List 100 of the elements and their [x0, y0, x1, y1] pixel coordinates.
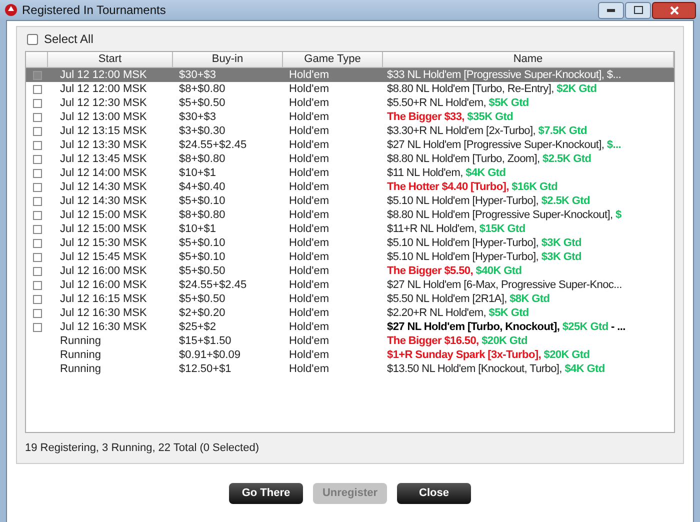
buyin-cell-text: $8+$0.80 [178, 152, 226, 166]
table-row[interactable]: Jul 12 16:00 MSK $5+$0.50 Hold'em The Bigger $5.50, $40K Gtd [26, 264, 674, 278]
table-row[interactable]: Jul 12 14:30 MSK $5+$0.10 Hold'em $5.10 NL Hold'em [Hyper-Turbo], $2.5K Gtd [26, 194, 674, 208]
checkbox[interactable] [32, 154, 42, 164]
table-row[interactable]: Jul 12 15:00 MSK $8+$0.80 Hold'em $8.80 NL Hold'em [Progressive Super-Knockout], $ [26, 208, 674, 222]
checkbox[interactable] [32, 140, 42, 150]
game-type-cell-text: Hold'em [288, 180, 330, 194]
game-type-cell-text: Hold'em [288, 334, 330, 348]
game-type-cell-text: Hold'em [288, 362, 330, 376]
game-type-cell-text: Hold'em [288, 264, 330, 278]
name-cell-text: The Hotter $4.40 [Turbo], $16K Gtd [386, 180, 559, 194]
column-header[interactable]: Name [383, 52, 674, 67]
start-cell-text: Jul 12 12:00 MSK [59, 82, 148, 96]
name-cell-text: $5.10 NL Hold'em [Hyper-Turbo], $3K Gtd [386, 250, 582, 264]
game-type-cell-text: Hold'em [288, 292, 330, 306]
game-type-cell-text: Hold'em [288, 152, 330, 166]
buyin-cell-text: $2+$0.20 [178, 306, 226, 320]
start-cell-text: Jul 12 12:30 MSK [59, 96, 148, 110]
table-row[interactable]: Jul 12 16:00 MSK $24.55+$2.45 Hold'em $27 NL Hold'em [6-Max, Progressive Super-Knoc... [26, 278, 674, 292]
table-row[interactable]: Jul 12 16:30 MSK $25+$2 Hold'em $27 NL Hold'em [Turbo, Knockout], $25K Gtd - ... [26, 320, 674, 334]
start-cell-text: Running [59, 362, 102, 376]
dialog-button[interactable]: Close [397, 482, 471, 504]
table-row[interactable]: Jul 12 16:30 MSK $2+$0.20 Hold'em $2.20+R NL Hold'em, $5K Gtd [26, 306, 674, 320]
checkbox[interactable] [32, 70, 42, 80]
table-row[interactable]: Running $0.91+$0.09 Hold'em $1+R Sunday Spark [3x-Turbo], $20K Gtd [26, 348, 674, 362]
buyin-cell-text: $25+$2 [178, 320, 218, 334]
minimize-button[interactable] [598, 2, 624, 18]
table-row[interactable]: Running $12.50+$1 Hold'em $13.50 NL Hold'em [Knockout, Turbo], $4K Gtd [26, 362, 674, 376]
start-cell-text: Jul 12 14:00 MSK [59, 166, 148, 180]
game-type-cell-text: Hold'em [288, 278, 330, 292]
table-row[interactable]: Jul 12 14:30 MSK $4+$0.40 Hold'em The Hotter $4.40 [Turbo], $16K Gtd [26, 180, 674, 194]
checkbox[interactable] [32, 238, 42, 248]
start-cell-text: Running [59, 348, 102, 362]
name-cell-text: $8.80 NL Hold'em [Turbo, Zoom], $2.5K Gtd [386, 152, 592, 166]
status-text: 19 Registering, 3 Running, 22 Total (0 Selected) [25, 441, 260, 456]
checkbox[interactable] [32, 224, 42, 234]
buyin-cell-text: $30+$3 [178, 68, 218, 82]
buyin-cell-text: $30+$3 [178, 110, 218, 124]
start-cell-text: Jul 12 15:00 MSK [59, 222, 148, 236]
checkbox[interactable] [32, 112, 42, 122]
table-row[interactable]: Jul 12 16:15 MSK $5+$0.50 Hold'em $5.50 NL Hold'em [2R1A], $8K Gtd [26, 292, 674, 306]
checkbox[interactable] [32, 308, 42, 318]
checkbox[interactable] [32, 168, 42, 178]
buyin-cell-text: $5+$0.50 [178, 292, 226, 306]
checkbox[interactable] [32, 84, 42, 94]
buyin-cell-text: $8+$0.80 [178, 82, 226, 96]
name-cell-text: The Bigger $33, $35K Gtd [386, 110, 514, 124]
name-cell-text: $13.50 NL Hold'em [Knockout, Turbo], $4K Gtd [386, 362, 606, 376]
table-row[interactable]: Jul 12 13:30 MSK $24.55+$2.45 Hold'em $27 NL Hold'em [Progressive Super-Knockout], $... [26, 138, 674, 152]
table-row[interactable]: Jul 12 12:00 MSK $8+$0.80 Hold'em $8.80 NL Hold'em [Turbo, Re-Entry], $2K Gtd [26, 82, 674, 96]
game-type-cell-text: Hold'em [288, 124, 330, 138]
select-all-label: Select All [44, 31, 94, 48]
game-type-cell-text: Hold'em [288, 68, 330, 82]
checkbox[interactable] [32, 126, 42, 136]
select-all-checkbox[interactable] [27, 34, 38, 44]
maximize-button[interactable] [625, 2, 651, 18]
close-icon [670, 6, 678, 14]
checkbox[interactable] [32, 280, 42, 290]
table-row[interactable]: Jul 12 13:45 MSK $8+$0.80 Hold'em $8.80 NL Hold'em [Turbo, Zoom], $2.5K Gtd [26, 152, 674, 166]
checkbox[interactable] [32, 196, 42, 206]
game-type-cell-text: Hold'em [288, 82, 330, 96]
table-row[interactable]: Jul 12 13:15 MSK $3+$0.30 Hold'em $3.30+R NL Hold'em [2x-Turbo], $7.5K Gtd [26, 124, 674, 138]
window-title: Registered In Tournaments [22, 2, 166, 19]
table-row[interactable]: Jul 12 13:00 MSK $30+$3 Hold'em The Bigger $33, $35K Gtd [26, 110, 674, 124]
start-cell-text: Jul 12 16:30 MSK [59, 320, 148, 334]
name-cell-text: $33 NL Hold'em [Progressive Super-Knockout], $... [386, 68, 622, 82]
column-header[interactable]: Buy-in [173, 52, 283, 67]
table-row[interactable]: Jul 12 15:30 MSK $5+$0.10 Hold'em $5.10 NL Hold'em [Hyper-Turbo], $3K Gtd [26, 236, 674, 250]
checkbox[interactable] [32, 98, 42, 108]
table-row[interactable]: Jul 12 12:30 MSK $5+$0.50 Hold'em $5.50+R NL Hold'em, $5K Gtd [26, 96, 674, 110]
name-cell-text: $11 NL Hold'em, $4K Gtd [386, 166, 507, 180]
start-cell-text: Jul 12 13:15 MSK [59, 124, 148, 138]
dialog-button[interactable]: Go There [229, 482, 303, 504]
buyin-cell-text: $4+$0.40 [178, 180, 226, 194]
checkbox[interactable] [32, 294, 42, 304]
table-row[interactable]: Jul 12 14:00 MSK $10+$1 Hold'em $11 NL Hold'em, $4K Gtd [26, 166, 674, 180]
game-type-cell-text: Hold'em [288, 194, 330, 208]
buyin-cell-text: $10+$1 [178, 166, 218, 180]
checkbox[interactable] [32, 182, 42, 192]
table-row[interactable]: Jul 12 15:00 MSK $10+$1 Hold'em $11+R NL Hold'em, $15K Gtd [26, 222, 674, 236]
close-button[interactable] [652, 2, 696, 18]
checkbox[interactable] [32, 266, 42, 276]
checkbox[interactable] [32, 322, 42, 332]
name-cell-text: The Bigger $5.50, $40K Gtd [386, 264, 523, 278]
game-type-cell-text: Hold'em [288, 320, 330, 334]
column-header[interactable]: Start [48, 52, 173, 67]
checkbox[interactable] [32, 210, 42, 220]
name-cell-text: The Bigger $16.50, $20K Gtd [386, 334, 528, 348]
game-type-cell-text: Hold'em [288, 306, 330, 320]
buyin-cell-text: $5+$0.10 [178, 236, 226, 250]
column-header[interactable]: Game Type [283, 52, 383, 67]
start-cell-text: Jul 12 13:45 MSK [59, 152, 148, 166]
table-row[interactable]: Running $15+$1.50 Hold'em The Bigger $16.50, $20K Gtd [26, 334, 674, 348]
table-row[interactable]: Jul 12 12:00 MSK $30+$3 Hold'em $33 NL Hold'em [Progressive Super-Knockout], $... [26, 68, 674, 82]
checkbox[interactable] [32, 252, 42, 262]
start-cell-text: Jul 12 13:00 MSK [59, 110, 148, 124]
name-cell-text: $27 NL Hold'em [6-Max, Progressive Super-Knoc... [386, 278, 623, 292]
name-cell-text: $5.50 NL Hold'em [2R1A], $8K Gtd [386, 292, 551, 306]
table-row[interactable]: Jul 12 15:45 MSK $5+$0.10 Hold'em $5.10 NL Hold'em [Hyper-Turbo], $3K Gtd [26, 250, 674, 264]
name-cell-text: $8.80 NL Hold'em [Turbo, Re-Entry], $2K Gtd [386, 82, 598, 96]
